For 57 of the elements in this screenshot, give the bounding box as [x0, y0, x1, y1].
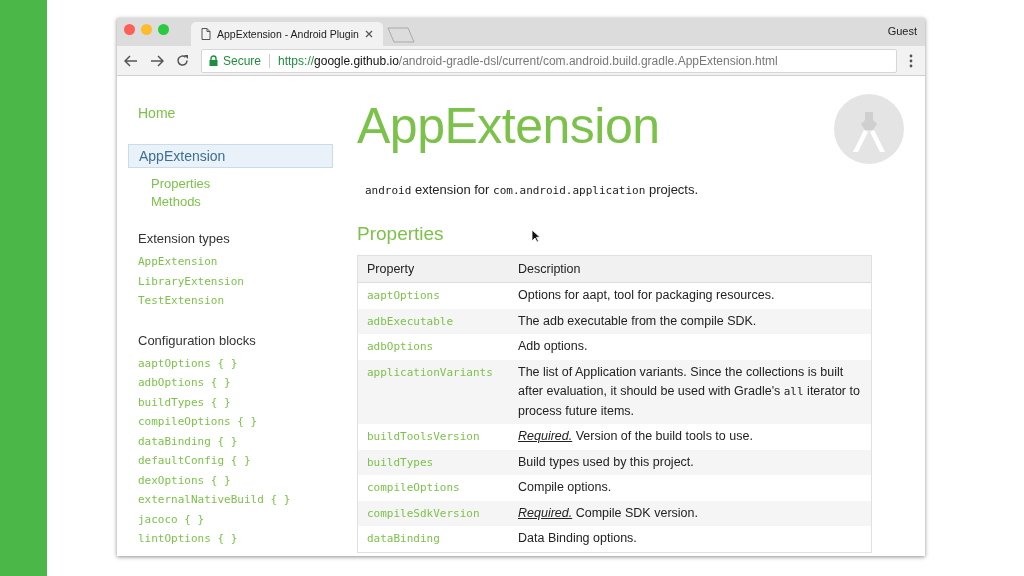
reload-icon[interactable] [176, 54, 189, 67]
profile-name[interactable]: Guest [887, 25, 917, 37]
sidebar-link[interactable]: AppExtension [138, 252, 333, 272]
page-title: AppExtension [357, 97, 660, 156]
sidebar-heading: Extension types [138, 231, 231, 246]
menu-icon[interactable] [909, 53, 913, 68]
sidebar-link[interactable]: dataBinding { } [138, 431, 333, 451]
sidebar-heading: Configuration blocks [138, 332, 257, 348]
nav-sublink[interactable]: Methods [151, 194, 333, 209]
column-header: Description [509, 255, 872, 283]
column-header: Property [357, 255, 509, 283]
nav-sublink[interactable]: Properties [151, 176, 333, 191]
url-text: https://google.github.io/android-gradle-dsl/current/com.android.build.gradle.AppExtension.html [278, 53, 778, 68]
description-cell: The list of Application variants. Since the collections is built after evaluation, it should be used with Gradle's all iterator to process future items. [509, 359, 872, 424]
back-icon[interactable] [124, 54, 138, 67]
sidebar-link[interactable]: dexOptions { } [138, 470, 333, 490]
sidebar-link[interactable]: LibraryExtension [138, 271, 333, 291]
description-cell: Options for aapt, tool for packaging resources. [509, 282, 872, 309]
secure-label: Secure [223, 53, 262, 68]
intro-text: android extension for com.android.application projects. [365, 182, 700, 197]
sidebar-link[interactable]: defaultConfig { } [138, 451, 333, 471]
property-link[interactable]: adbOptions [357, 334, 509, 360]
description-cell: Required. Version of the build tools to use. [509, 424, 872, 450]
description-cell: Build types used by this project. [509, 449, 872, 475]
compass-logo-icon [834, 94, 904, 164]
property-link[interactable]: applicationVariants [357, 359, 509, 424]
sidebar-link[interactable]: adbOptions { } [138, 373, 333, 393]
description-cell: Adb options. [509, 334, 872, 360]
sidebar-link[interactable]: TestExtension [138, 291, 333, 311]
description-cell: Required. Compile SDK version. [509, 500, 872, 526]
sidebar-link[interactable]: aaptOptions { } [138, 353, 333, 373]
property-link[interactable]: buildTypes [357, 449, 509, 475]
cursor-icon [531, 229, 540, 243]
address-field[interactable]: Secure https://google.github.io/android-gradle-dsl/current/com.android.build.gradle.AppExtension.html [201, 48, 897, 73]
tab-title: AppExtension - Android Plugin [217, 28, 359, 40]
description-cell: Compile options. [509, 475, 872, 501]
close-icon[interactable] [364, 30, 373, 38]
lock-icon [209, 55, 218, 66]
sidebar-link[interactable]: lintOptions { } [138, 529, 333, 549]
description-cell: The adb executable from the compile SDK. [509, 308, 872, 334]
browser-tab[interactable]: AppExtension - Android Plugin [191, 22, 383, 46]
nav-link[interactable]: Home [128, 102, 186, 124]
sidebar-link[interactable]: externalNativeBuild { } [138, 490, 333, 510]
property-link[interactable]: aaptOptions [357, 282, 509, 309]
sidebar-link[interactable]: buildTypes { } [138, 392, 333, 412]
property-link[interactable]: compileSdkVersion [357, 500, 509, 526]
property-link[interactable]: dataBinding [357, 526, 509, 552]
sidebar-link[interactable]: compileOptions { } [138, 412, 333, 432]
forward-icon[interactable] [150, 54, 164, 67]
property-link[interactable]: adbExecutable [357, 308, 509, 334]
description-cell: Data Binding options. [509, 526, 872, 552]
nav-link[interactable]: AppExtension [128, 144, 333, 168]
property-link[interactable]: buildToolsVersion [357, 424, 509, 450]
property-link[interactable]: compileOptions [357, 475, 509, 501]
section-heading: Properties [357, 223, 444, 245]
sidebar-link[interactable]: jacoco { } [138, 509, 333, 529]
page-icon [201, 28, 211, 40]
